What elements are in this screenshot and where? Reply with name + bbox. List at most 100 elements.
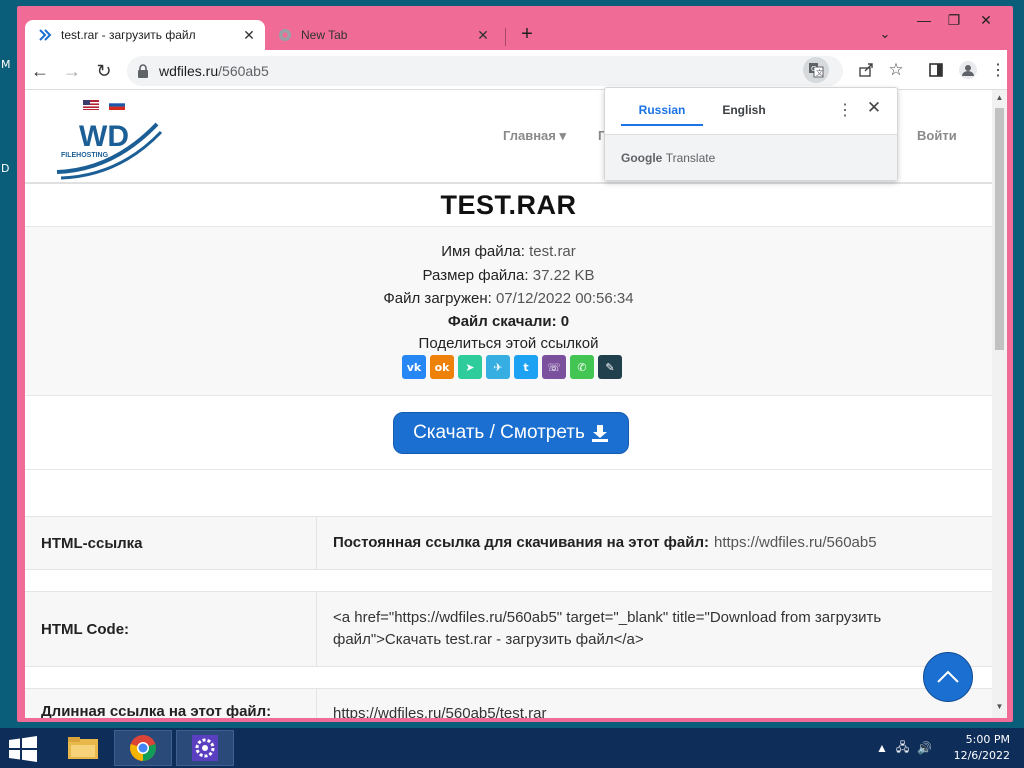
file-name-value: test.rar: [529, 243, 576, 260]
minimize-button[interactable]: —: [909, 12, 939, 32]
url-host: wdfiles.ru: [159, 63, 219, 79]
volume-icon[interactable]: 🔊: [917, 741, 932, 755]
translate-icon[interactable]: G文: [803, 57, 829, 83]
tab-search-chevron-icon[interactable]: ⌄: [873, 26, 897, 46]
desktop-edge-letter: D: [1, 162, 10, 175]
nav-login[interactable]: Войти: [917, 128, 957, 143]
tray-expand-icon[interactable]: ▲: [876, 741, 888, 755]
translate-close-icon[interactable]: ✕: [863, 98, 885, 118]
download-button[interactable]: Скачать / Смотреть: [393, 412, 629, 454]
vk-icon[interactable]: vk: [402, 355, 426, 379]
file-name-label: Имя файла:: [441, 243, 525, 260]
file-size-label: Размер файла:: [422, 267, 529, 284]
html-code-row: HTML Code: <a href="https://wdfiles.ru/5…: [25, 591, 992, 667]
html-link-label: HTML-ссылка: [25, 517, 317, 569]
file-uploaded-value: 07/12/2022 00:56:34: [495, 290, 634, 307]
site-logo[interactable]: WD FILEHOSTING: [53, 110, 165, 182]
share-icon[interactable]: [853, 57, 879, 83]
scroll-up-arrow-icon[interactable]: ▲: [995, 93, 1004, 102]
odnoklassniki-icon[interactable]: ok: [430, 355, 454, 379]
translate-language-tabs: Russian English: [621, 98, 785, 126]
reload-icon[interactable]: ↻: [91, 58, 117, 84]
download-icon: [591, 425, 608, 442]
viber-icon[interactable]: ☏: [542, 355, 566, 379]
file-uploaded-label: Файл загружен:: [383, 290, 492, 307]
file-explorer-icon[interactable]: [54, 730, 112, 766]
file-name-line: Имя файла: test.rar: [25, 243, 992, 260]
file-size-line: Размер файла: 37.22 KB: [25, 267, 992, 284]
long-link-label: Длинная ссылка на этот файл:: [25, 689, 317, 718]
flag-russia-icon[interactable]: [109, 100, 125, 110]
html-link-cell: Постоянная ссылка для скачивания на этот…: [317, 517, 992, 569]
chrome-icon: [277, 27, 293, 43]
file-uploaded-line: Файл загружен: 07/12/2022 00:56:34: [25, 290, 992, 307]
translate-tab-russian[interactable]: Russian: [621, 98, 703, 126]
clock-time: 5:00 PM: [965, 733, 1010, 746]
lock-icon: [138, 64, 148, 78]
download-button-label: Скачать / Смотреть: [413, 422, 585, 443]
desktop-edge-letter: M: [1, 58, 11, 71]
file-size-value: 37.22 KB: [532, 267, 595, 284]
forward-arrow-icon[interactable]: →: [59, 58, 85, 84]
translate-brand: Translate: [665, 150, 716, 165]
twitter-icon[interactable]: t: [514, 355, 538, 379]
url-path: /560ab5: [218, 63, 269, 79]
settings-icon[interactable]: [176, 730, 234, 766]
new-tab-button[interactable]: +: [515, 22, 539, 46]
translate-footer: Google Translate: [605, 134, 897, 180]
back-arrow-icon[interactable]: ←: [27, 58, 53, 84]
bookmark-star-icon[interactable]: ☆: [883, 57, 909, 83]
profile-avatar-icon[interactable]: [955, 57, 981, 83]
back-to-top-button[interactable]: [923, 652, 973, 702]
page-content: WD FILEHOSTING Главная ▾ Пои Войти TEST.…: [25, 90, 1007, 718]
taskbar-clock[interactable]: 5:00 PM 12/6/2022: [954, 732, 1010, 764]
flag-usa-icon[interactable]: [83, 100, 99, 110]
file-downloads-value: 0: [560, 313, 570, 330]
tab-close-icon[interactable]: ✕: [239, 27, 259, 44]
tab-title: test.rar - загрузить файл: [61, 28, 196, 42]
tab-new-tab[interactable]: New Tab ✕: [269, 20, 499, 50]
nav-home[interactable]: Главная ▾: [503, 128, 566, 144]
scrollbar-thumb[interactable]: [995, 108, 1004, 350]
maximize-button[interactable]: ❐: [939, 12, 969, 32]
tab-wdfiles[interactable]: test.rar - загрузить файл ✕: [25, 20, 265, 50]
scroll-down-arrow-icon[interactable]: ▼: [995, 702, 1004, 711]
browser-toolbar: ← → ↻ wdfiles.ru/560ab5 G文 ☆ ⋮: [25, 50, 1007, 90]
html-link-row: HTML-ссылка Постоянная ссылка для скачив…: [25, 516, 992, 570]
telegram-icon[interactable]: ✈: [486, 355, 510, 379]
edit-link-icon[interactable]: ✎: [598, 355, 622, 379]
tab-title: New Tab: [301, 28, 348, 42]
html-link-caption: Постоянная ссылка для скачивания на этот…: [333, 534, 709, 551]
clock-date: 12/6/2022: [953, 749, 1010, 762]
chevron-up-icon: [937, 670, 959, 683]
download-area: Скачать / Смотреть: [25, 396, 992, 470]
svg-text:文: 文: [816, 68, 823, 77]
translate-options-icon[interactable]: ⋮: [835, 100, 855, 120]
share-label: Поделиться этой ссылкой: [418, 335, 599, 352]
logo-subtext: FILEHOSTING: [61, 152, 109, 159]
close-button[interactable]: ✕: [971, 12, 1001, 32]
file-downloads-line: Файл скачали: 0: [25, 313, 992, 330]
menu-kebab-icon[interactable]: ⋮: [985, 57, 1011, 83]
long-link-row: Длинная ссылка на этот файл: https://wdf…: [25, 688, 992, 718]
windows-start-icon[interactable]: [8, 736, 38, 762]
long-link-value[interactable]: https://wdfiles.ru/560ab5/test.rar: [317, 689, 992, 718]
mail-send-icon[interactable]: ➤: [458, 355, 482, 379]
page-title: TEST.RAR: [440, 190, 577, 220]
html-link-value[interactable]: https://wdfiles.ru/560ab5: [714, 532, 877, 554]
translate-tab-english[interactable]: English: [703, 98, 785, 126]
file-info-block: Имя файла: test.rar Размер файла: 37.22 …: [25, 226, 992, 396]
whatsapp-icon[interactable]: ✆: [570, 355, 594, 379]
translate-popup: Russian English ⋮ ✕ Google Translate: [604, 87, 898, 181]
file-downloads-label: Файл скачали:: [447, 313, 557, 330]
side-panel-icon[interactable]: [923, 57, 949, 83]
html-code-value[interactable]: <a href="https://wdfiles.ru/560ab5" targ…: [317, 592, 992, 666]
taskbar: ▲ 🖧 🔊 5:00 PM 12/6/2022: [0, 728, 1024, 768]
page-scrollbar[interactable]: ▲ ▼: [992, 90, 1007, 718]
network-icon[interactable]: 🖧: [896, 738, 909, 759]
share-buttons: vk ok ➤ ✈ t ☏ ✆ ✎: [402, 355, 622, 379]
address-bar[interactable]: wdfiles.ru/560ab5: [127, 56, 843, 86]
google-brand: Google: [621, 150, 663, 165]
tab-close-icon[interactable]: ✕: [473, 27, 493, 44]
chrome-icon[interactable]: [114, 730, 172, 766]
